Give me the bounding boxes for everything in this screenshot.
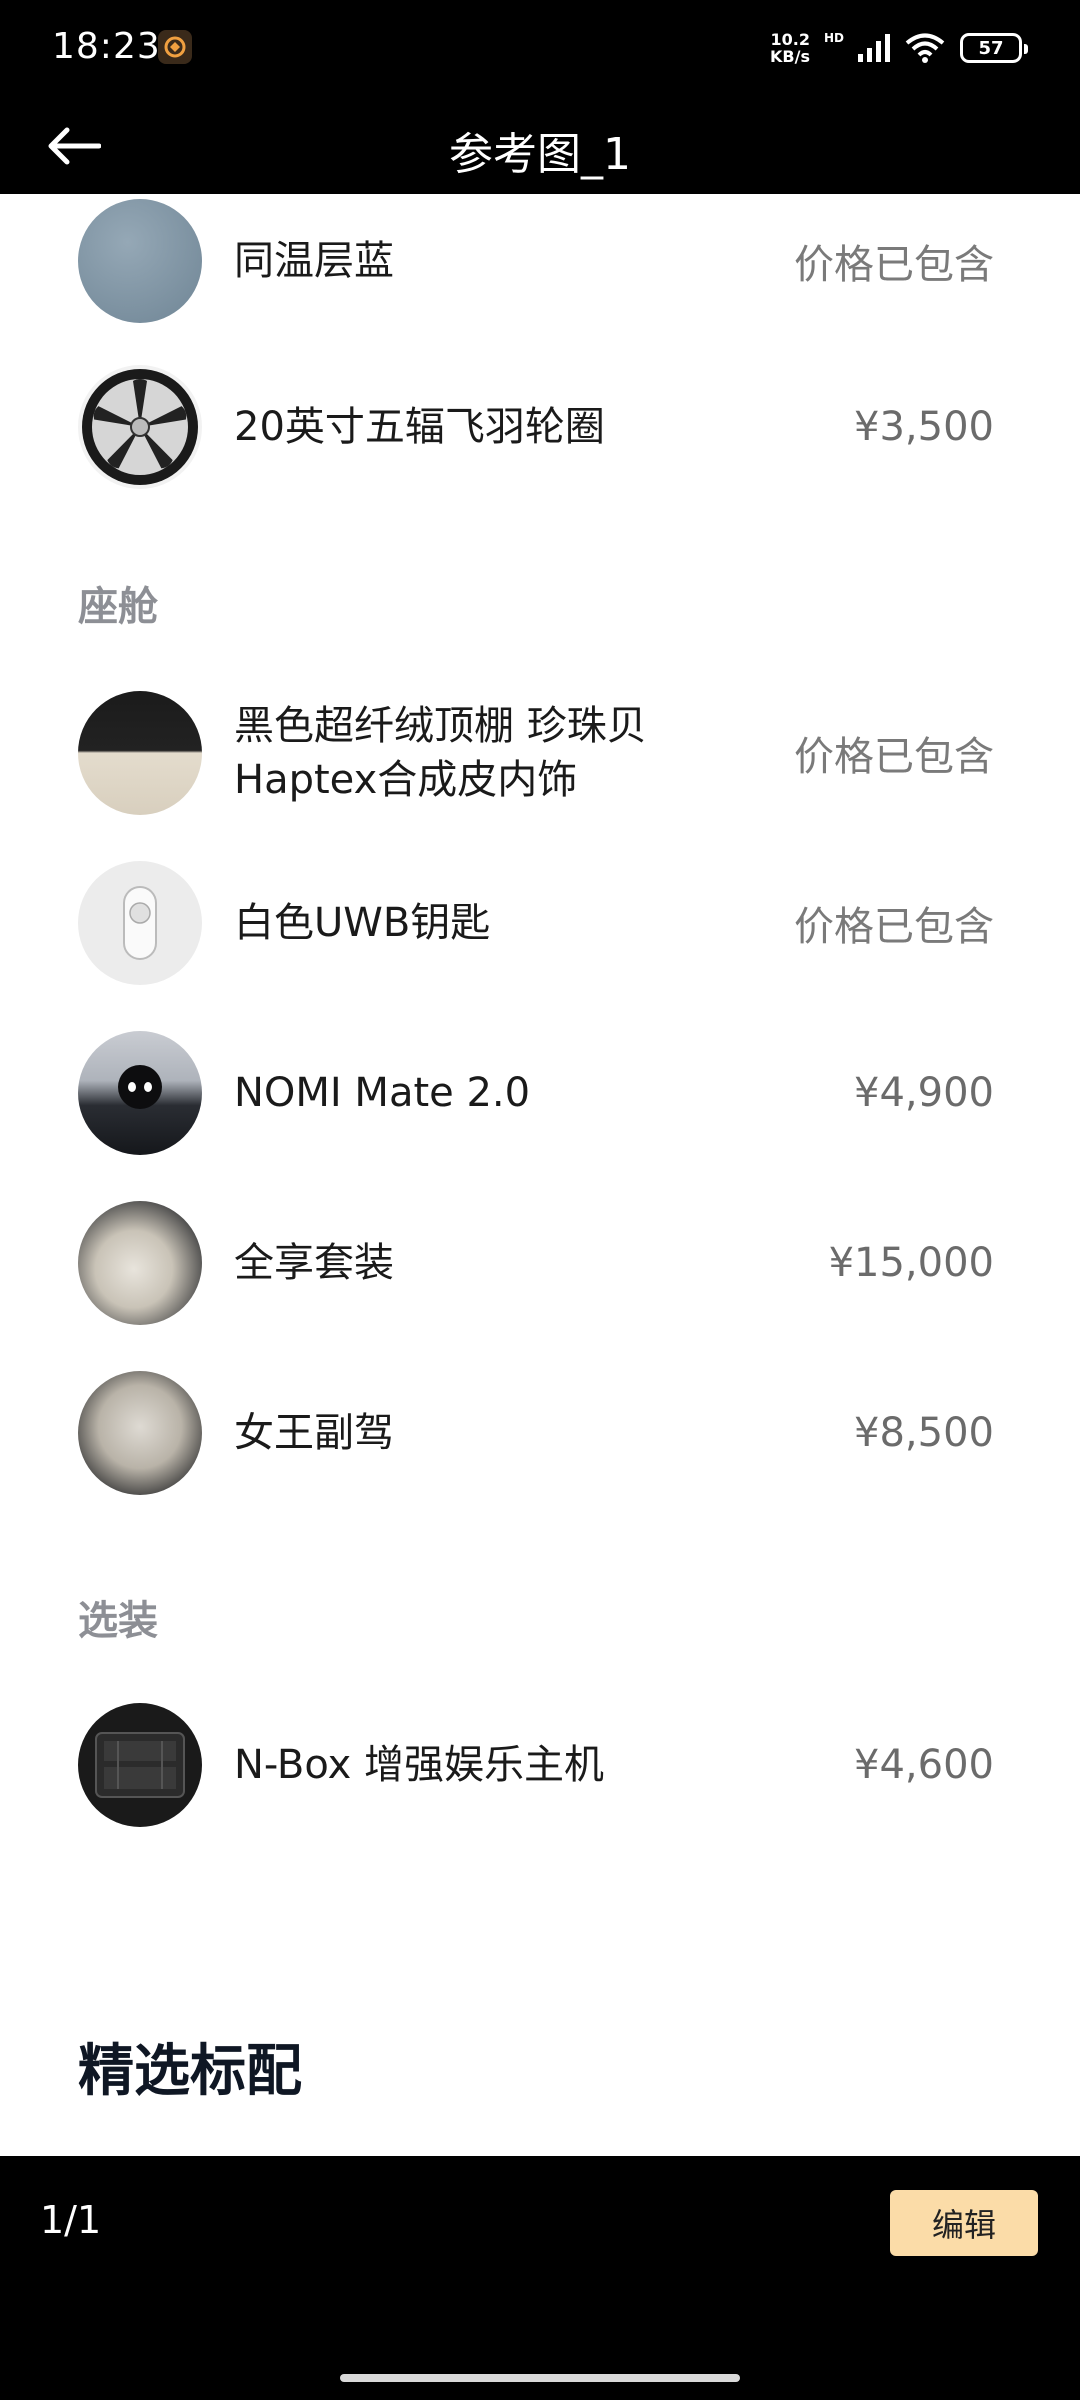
item-price: ¥15,000 [828, 1240, 994, 1286]
item-name-line2: Haptex合成皮内饰 [234, 757, 578, 803]
top-app-bar: 参考图_1 [0, 100, 1080, 194]
list-item: N-Box 增强娱乐主机 ¥4,600 [0, 1700, 1080, 1830]
app-notification-icon [158, 30, 192, 64]
item-price: ¥3,500 [854, 404, 994, 450]
item-price: ¥4,900 [854, 1070, 994, 1116]
item-price: ¥4,600 [854, 1742, 994, 1788]
config-content[interactable]: 同温层蓝 价格已包含 20英寸五辐飞羽轮圈 ¥3,500 座舱 黑色超纤绒顶棚 … [0, 194, 1080, 2156]
interior-swatch [78, 691, 202, 815]
item-name: 同温层蓝 [234, 238, 394, 284]
item-name: NOMI Mate 2.0 [234, 1070, 531, 1116]
item-name: 女王副驾 [234, 1410, 394, 1456]
key-thumbnail [78, 861, 202, 985]
list-item: 白色UWB钥匙 价格已包含 [0, 858, 1080, 988]
section-title-cabin: 座舱 [78, 584, 158, 630]
list-item: 黑色超纤绒顶棚 珍珠贝 Haptex合成皮内饰 价格已包含 [0, 688, 1080, 818]
item-price: 价格已包含 [794, 734, 994, 780]
bottom-bar: 1/1 编辑 [0, 2156, 1080, 2400]
page-indicator: 1/1 [40, 2198, 102, 2242]
list-item: 20英寸五辐飞羽轮圈 ¥3,500 [0, 362, 1080, 492]
wifi-icon [905, 33, 945, 63]
item-name: 20英寸五辐飞羽轮圈 [234, 404, 605, 450]
home-indicator[interactable] [340, 2374, 740, 2382]
status-indicators: 10.2 KB/s HD 57 [770, 28, 1028, 68]
list-item: NOMI Mate 2.0 ¥4,900 [0, 1028, 1080, 1158]
edit-button[interactable]: 编辑 [890, 2190, 1038, 2256]
cellular-signal-icon [858, 34, 890, 62]
battery-icon: 57 [960, 33, 1028, 63]
status-bar: 18:23 10.2 KB/s HD 57 [0, 0, 1080, 100]
list-item: 同温层蓝 价格已包含 [0, 196, 1080, 326]
item-name: 全享套装 [234, 1240, 394, 1286]
net-speed-value: 10.2 [770, 30, 810, 49]
featured-standard-title: 精选标配 [78, 2039, 302, 2104]
item-price: ¥8,500 [854, 1410, 994, 1456]
nbox-thumbnail [78, 1703, 202, 1827]
wheel-thumbnail [78, 365, 202, 489]
item-name: N-Box 增强娱乐主机 [234, 1742, 604, 1788]
status-time: 18:23 [52, 26, 161, 67]
item-price: 价格已包含 [794, 242, 994, 288]
net-speed-unit: KB/s [770, 47, 810, 66]
item-price: 价格已包含 [794, 904, 994, 950]
seat-package-thumbnail [78, 1201, 202, 1325]
item-name: 白色UWB钥匙 [234, 900, 491, 946]
item-name: 黑色超纤绒顶棚 珍珠贝 Haptex合成皮内饰 [234, 688, 647, 818]
network-speed: 10.2 KB/s [770, 31, 810, 65]
hd-label: HD [823, 31, 844, 45]
item-name-line1: 黑色超纤绒顶棚 珍珠贝 [234, 703, 647, 749]
queen-seat-thumbnail [78, 1371, 202, 1495]
section-title-options: 选装 [78, 1598, 158, 1644]
battery-level: 57 [978, 37, 1004, 59]
page-title: 参考图_1 [449, 129, 631, 180]
nomi-thumbnail [78, 1031, 202, 1155]
paint-color-swatch [78, 199, 202, 323]
list-item: 女王副驾 ¥8,500 [0, 1368, 1080, 1498]
list-item: 全享套装 ¥15,000 [0, 1198, 1080, 1328]
